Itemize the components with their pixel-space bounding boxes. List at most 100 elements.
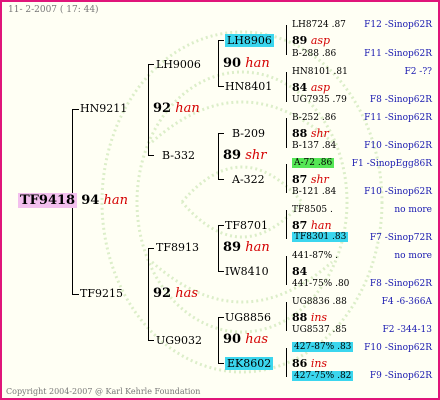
gen4-name[interactable]: 427-87% .83 xyxy=(292,342,354,352)
connector xyxy=(218,225,219,271)
gen3-name[interactable]: TF8701 xyxy=(225,220,268,231)
gen3-name[interactable]: A-322 xyxy=(232,174,265,185)
gen4-year: 87 xyxy=(292,173,308,186)
gen2-name[interactable]: LH9006 xyxy=(156,59,201,70)
gen4-queen-line: F8 -Sinop62R xyxy=(369,279,432,289)
gen4-name[interactable]: 427-75% .82 xyxy=(292,371,354,381)
gen4-label: 427-87% .83 xyxy=(292,342,354,352)
gen2-info: 89 shr xyxy=(223,149,267,162)
copyright: Copyright 2004-2007 @ Karl Kehrle Founda… xyxy=(6,387,201,396)
connector xyxy=(286,72,287,102)
connector xyxy=(218,133,219,179)
gen4-race: asp xyxy=(310,81,331,94)
connector xyxy=(72,294,79,295)
connector xyxy=(286,302,287,331)
gen2-race: han xyxy=(245,56,270,71)
gen4-name[interactable]: LH8724 .87 xyxy=(292,21,346,30)
gen4-name[interactable]: UG7935 .79 xyxy=(292,96,347,105)
gen4-label: A-72 .86 xyxy=(292,158,335,168)
gen4-info: 86 ins xyxy=(292,358,327,369)
sire-race: han xyxy=(175,101,200,116)
gen2-race: has xyxy=(245,332,269,347)
gen2-name[interactable]: TF8913 xyxy=(156,242,199,253)
gen4-queen-line: F11 -Sinop62R xyxy=(364,49,432,59)
gen2-year: 90 xyxy=(223,332,242,347)
gen4-queen-line: no more xyxy=(394,251,432,261)
gen3-name[interactable]: IW8410 xyxy=(225,266,269,277)
connector xyxy=(218,363,224,364)
gen2-race: han xyxy=(245,240,270,255)
gen4-label: TF8301 .83 xyxy=(292,232,349,242)
gen4-race: shr xyxy=(310,127,329,140)
connector xyxy=(218,179,224,180)
gen4-name[interactable]: UG8537 .85 xyxy=(292,326,347,335)
gen4-queen-line: F7 -Sinop72R xyxy=(369,233,432,243)
gen3-name[interactable]: B-209 xyxy=(232,128,265,139)
gen4-queen-line: F8 -Sinop62R xyxy=(369,95,432,105)
gen3-name[interactable]: HN8401 xyxy=(225,81,272,92)
sire-info: 92 han xyxy=(153,102,200,115)
date-stamp: 11- 2-2007 ( 17: 44) xyxy=(8,5,99,15)
dam-year: 92 xyxy=(153,286,172,301)
gen4-queen-line: F2 -344-13 xyxy=(382,325,432,335)
gen2-info: 90 han xyxy=(223,57,270,70)
gen4-year: 88 xyxy=(292,311,308,324)
gen4-race: ins xyxy=(310,311,328,324)
gen3-name[interactable]: UG8856 xyxy=(225,312,271,323)
gen4-race: asp xyxy=(310,34,331,47)
connector xyxy=(286,348,287,377)
gen2-name[interactable]: B-332 xyxy=(162,150,195,161)
connector xyxy=(72,109,79,110)
gen2-race: shr xyxy=(245,148,267,163)
gen4-name[interactable]: TF8505 . xyxy=(292,206,333,215)
gen2-info: 89 han xyxy=(223,241,270,254)
gen4-year: 89 xyxy=(292,34,308,47)
connector xyxy=(218,225,224,226)
subject-race: han xyxy=(103,193,128,208)
connector xyxy=(286,210,287,239)
subject-name: TF9418 xyxy=(18,193,78,208)
dam-race: has xyxy=(175,286,199,301)
gen4-name[interactable]: B-252 .86 xyxy=(292,114,336,123)
gen4-queen-line: F10 -Sinop62R xyxy=(364,343,432,353)
gen3-label: LH8906 xyxy=(225,34,274,47)
gen3-name[interactable]: EK8602 xyxy=(225,357,274,370)
gen4-name[interactable]: 441-87% . xyxy=(292,252,338,261)
subject-node[interactable]: TF9418 94 han xyxy=(18,193,128,208)
gen4-year: 86 xyxy=(292,357,308,370)
connector xyxy=(148,155,154,156)
gen4-info: 87 shr xyxy=(292,174,329,185)
gen4-name[interactable]: UG8836 .88 xyxy=(292,298,347,307)
gen4-name[interactable]: HN8101 .81 xyxy=(292,68,348,77)
gen4-name[interactable]: TF8301 .83 xyxy=(292,232,349,242)
gen4-info: 88 ins xyxy=(292,312,327,323)
gen4-queen-line: F12 -Sinop62R xyxy=(364,20,432,30)
connector xyxy=(148,64,149,155)
gen3-name[interactable]: LH8906 xyxy=(225,34,274,47)
gen4-name[interactable]: 441-75% .80 xyxy=(292,280,349,289)
gen4-info: 84 xyxy=(292,266,307,277)
gen4-queen-line: F4 -6-366A xyxy=(381,297,432,307)
gen4-info: 88 shr xyxy=(292,128,329,139)
gen4-queen-line: no more xyxy=(394,205,432,215)
gen2-year: 89 xyxy=(223,240,242,255)
gen4-info: 87 han xyxy=(292,220,332,231)
gen4-info: 84 asp xyxy=(292,82,330,93)
gen4-name[interactable]: B-121 .84 xyxy=(292,188,336,197)
gen4-name[interactable]: A-72 .86 xyxy=(292,158,335,168)
connector xyxy=(286,118,287,148)
sire-year: 92 xyxy=(153,101,172,116)
gen4-year: 87 xyxy=(292,219,308,232)
gen4-name[interactable]: B-288 .86 xyxy=(292,50,336,59)
connector xyxy=(218,133,224,134)
sire-name[interactable]: HN9211 xyxy=(80,103,127,114)
dam-name[interactable]: TF9215 xyxy=(80,288,123,299)
gen4-name[interactable]: B-137 .84 xyxy=(292,142,336,151)
gen3-label: EK8602 xyxy=(225,357,274,370)
gen2-info: 90 has xyxy=(223,333,268,346)
gen2-name[interactable]: UG9032 xyxy=(156,335,202,346)
gen4-queen-line: F10 -Sinop62R xyxy=(364,141,432,151)
connector xyxy=(148,340,154,341)
connector xyxy=(286,25,287,55)
gen4-race: ins xyxy=(310,357,328,370)
